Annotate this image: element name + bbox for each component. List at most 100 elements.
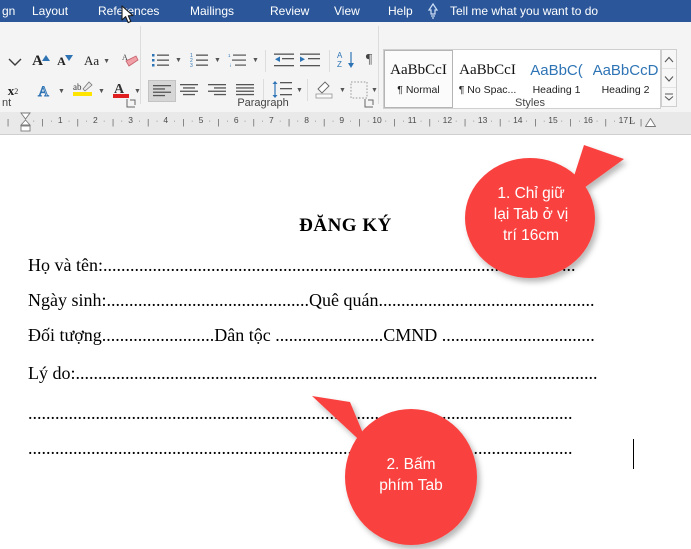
ribbon-tab-design[interactable]: gn — [0, 0, 21, 22]
ruler-minor-tick: · — [67, 118, 71, 125]
change-case-button[interactable]: Aa ▼ — [80, 50, 114, 72]
highlight-color-button[interactable]: ab — [70, 78, 96, 102]
ruler-number-4: 4 — [163, 115, 169, 125]
ruler-minor-tick: · — [367, 118, 370, 125]
ruler-minor-tick: · — [560, 118, 563, 125]
ruler-number-12: 12 — [442, 115, 453, 125]
ruler-number-8: 8 — [304, 115, 309, 125]
style-sample: AaBbC( — [530, 62, 583, 79]
doc-line-doi-tuong[interactable]: Đối tượng.........................Dân tộ… — [28, 325, 669, 346]
ruler-minor-tick: · — [155, 118, 159, 125]
inline-separator — [265, 50, 266, 72]
style-name: ¶ Normal — [397, 84, 440, 96]
font-size-chevron-button[interactable] — [2, 52, 28, 72]
paragraph-dialog-launcher[interactable] — [364, 98, 375, 109]
svg-text:A: A — [337, 51, 343, 60]
ribbon-tab-review[interactable]: Review — [264, 0, 315, 22]
ruler-number-7: 7 — [269, 115, 274, 125]
ruler-minor-tick: · — [314, 118, 317, 125]
tell-me-search-box[interactable]: Tell me what you want to do — [450, 0, 598, 22]
ribbon-tab-layout[interactable]: Layout — [26, 0, 74, 22]
ruler-minor-tick: | — [41, 118, 44, 127]
ruler-minor-tick: · — [384, 118, 387, 125]
doc-line-ly-do[interactable]: Lý do:..................................… — [28, 363, 669, 384]
text-effects-button[interactable]: A — [33, 80, 57, 102]
ruler-minor-tick: | — [604, 118, 607, 127]
ruler-minor-tick: · — [402, 118, 405, 125]
decrease-indent-button[interactable] — [272, 50, 296, 70]
ruler-number-5: 5 — [198, 115, 204, 125]
multilevel-chevron-icon[interactable]: ▼ — [252, 57, 259, 64]
ruler-minor-tick: · — [613, 118, 616, 125]
ruler-number-3: 3 — [128, 115, 133, 125]
numbering-button[interactable]: 1 2 3 — [188, 50, 212, 70]
ruler-minor-tick: | — [6, 118, 10, 127]
ruler-minor-tick: | — [463, 118, 467, 127]
ruler-minor-tick: | — [499, 118, 502, 127]
line-spacing-chevron-icon[interactable]: ▼ — [296, 87, 303, 94]
mouse-pointer-icon — [121, 5, 134, 24]
ruler-minor-tick: | — [428, 118, 431, 127]
svg-text:1: 1 — [228, 53, 231, 58]
show-formatting-marks-button[interactable]: ¶ — [360, 50, 378, 70]
shading-chevron-icon[interactable]: ▼ — [339, 87, 346, 94]
right-indent-marker[interactable] — [645, 118, 656, 127]
ruler-minor-tick: · — [243, 118, 247, 125]
ruler-minor-tick: | — [358, 118, 361, 127]
ruler-minor-tick: · — [279, 118, 282, 125]
ruler-minor-tick: · — [103, 118, 106, 125]
ribbon-tab-bar: gn Layout References Mailings Review Vie… — [0, 0, 691, 22]
style-sample: AaBbCcD — [592, 62, 659, 79]
sort-button[interactable]: A Z — [335, 49, 359, 71]
ruler-minor-tick: · — [226, 118, 229, 125]
ruler-number-6: 6 — [233, 115, 239, 125]
grow-font-button[interactable]: A — [30, 50, 52, 72]
doc-line-ngay-sinh[interactable]: Ngày sinh:..............................… — [28, 290, 669, 311]
bullets-button[interactable] — [149, 50, 173, 70]
ruler-minor-tick: | — [569, 118, 572, 127]
ruler-number-15: 15 — [548, 115, 558, 125]
highlight-chevron-icon[interactable]: ▼ — [98, 88, 105, 95]
ruler-minor-tick: · — [525, 118, 528, 125]
ruler-minor-tick: | — [111, 118, 115, 127]
borders-chevron-icon[interactable]: ▼ — [371, 87, 378, 94]
ruler-number-17: 17 — [618, 115, 629, 125]
ruler-minor-tick: · — [208, 118, 211, 125]
left-indent-marker[interactable] — [20, 112, 31, 132]
font-dialog-launcher[interactable] — [126, 98, 137, 109]
ruler-minor-tick: | — [534, 118, 537, 127]
svg-text:3: 3 — [190, 63, 193, 68]
ruler-minor-tick: | — [182, 118, 185, 127]
shrink-font-button[interactable]: A — [54, 50, 76, 72]
ribbon-tab-help[interactable]: Help — [382, 0, 419, 22]
multilevel-list-button[interactable]: 1 i — [226, 50, 250, 70]
ribbon-tab-mailings[interactable]: Mailings — [184, 0, 240, 22]
ruler-minor-tick: · — [191, 118, 194, 125]
callout-2: 2. Bấm phím Tab — [292, 392, 522, 549]
ruler-minor-tick: · — [138, 118, 141, 125]
style-name: Heading 2 — [601, 84, 650, 96]
ruler-minor-tick: · — [490, 118, 493, 125]
tab-stop-marker-16cm[interactable]: L — [629, 117, 635, 127]
group-label-paragraph: Paragraph — [237, 97, 289, 109]
numbering-chevron-icon[interactable]: ▼ — [214, 57, 221, 64]
ruler-number-1: 1 — [57, 115, 63, 125]
callout-1: 1. Chỉ giữ lại Tab ở vị trí 16cm — [448, 143, 678, 288]
ruler-number-9: 9 — [339, 115, 345, 125]
ruler-number-10: 10 — [372, 115, 382, 125]
text-effects-chevron-icon[interactable]: ▼ — [58, 88, 65, 95]
lightbulb-icon — [427, 2, 439, 19]
font-color-chevron-icon[interactable]: ▼ — [134, 88, 141, 95]
ruler-minor-tick: · — [173, 118, 176, 125]
chevron-up-icon[interactable] — [662, 50, 676, 68]
ruler-minor-tick: | — [393, 118, 396, 127]
svg-text:Z: Z — [337, 60, 342, 69]
ruler-minor-tick: · — [261, 118, 264, 125]
ribbon-tab-view[interactable]: View — [328, 0, 366, 22]
chevron-down-icon[interactable] — [662, 68, 676, 87]
ruler-minor-tick: | — [323, 118, 326, 127]
horizontal-ruler[interactable]: 1 2 3 4 5 6 7 8 9 10 11 12 13 14 15 16 17 · | · · | · · | · · | · · | ·… — [0, 112, 691, 135]
increase-indent-button[interactable] — [298, 50, 322, 70]
bullets-chevron-icon[interactable]: ▼ — [175, 57, 182, 64]
clear-formatting-button[interactable]: A — [118, 49, 142, 72]
